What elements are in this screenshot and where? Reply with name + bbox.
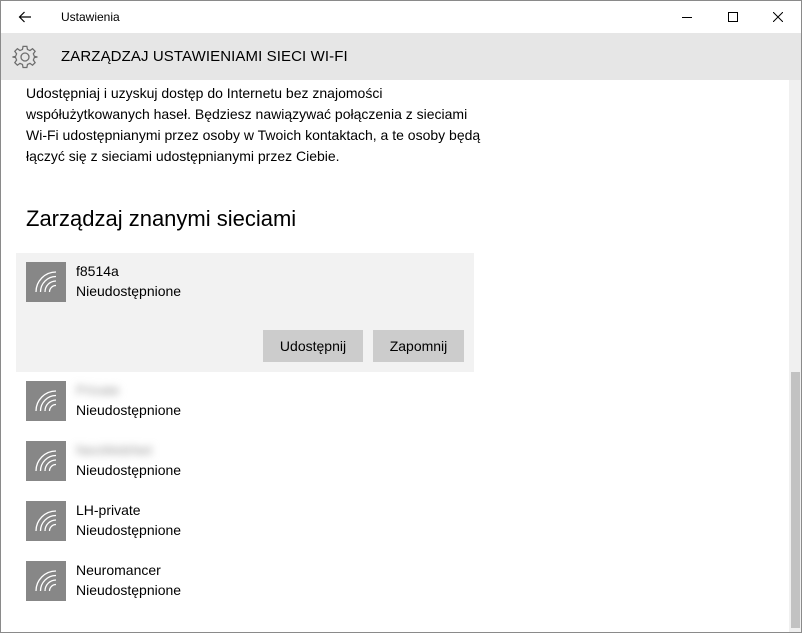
wifi-icon [35,390,57,412]
network-tile [26,262,66,302]
network-name: Neuromancer [76,562,161,578]
network-status: Nieudostępnione [76,283,182,299]
wifi-icon [35,510,57,532]
wifi-icon [35,450,57,472]
forget-button[interactable]: Zapomnij [373,330,464,362]
settings-window: Ustawienia ZARZĄDZAJ USTAWIENIAMI SIECI … [0,0,802,633]
close-button[interactable] [755,1,801,33]
scrollbar-thumb[interactable] [791,372,800,628]
page-title: ZARZĄDZAJ USTAWIENIAMI SIECI WI-FI [61,48,348,65]
title-bar: Ustawienia [1,1,801,33]
content-pane: Udostępniaj i uzyskuj dostęp do Internet… [1,80,789,632]
network-tile [26,501,66,541]
network-name: Private [76,382,120,398]
network-item[interactable]: Private Nieudostępnione [16,372,474,432]
network-name: NeoWebNet [76,442,153,458]
network-name: LH-private [76,502,141,518]
page-header: ZARZĄDZAJ USTAWIENIAMI SIECI WI-FI [1,33,801,80]
wifi-icon [35,570,57,592]
network-item-selected[interactable]: f8514a Nieudostępnione Udostępnij Zapomn… [16,253,474,372]
section-title: Zarządzaj znanymi sieciami [26,206,297,231]
network-status: Nieudostępnione [76,402,182,418]
network-item[interactable]: Neuromancer Nieudostępnione [16,552,474,612]
close-icon [773,12,783,22]
network-status: Nieudostępnione [76,462,182,478]
back-button[interactable] [7,2,43,32]
network-name: f8514a [76,263,119,279]
vertical-scrollbar[interactable] [789,80,801,632]
maximize-button[interactable] [710,1,756,33]
window-title: Ustawienia [61,10,120,24]
maximize-icon [728,12,738,22]
network-tile [26,381,66,421]
minimize-button[interactable] [664,1,710,33]
network-tile [26,441,66,481]
network-item[interactable]: NeoWebNet Nieudostępnione [16,432,474,492]
minimize-icon [682,17,692,18]
wifi-icon [35,271,57,293]
gear-icon [12,45,38,69]
back-arrow-icon [18,11,31,23]
network-status: Nieudostępnione [76,582,182,598]
network-status: Nieudostępnione [76,522,182,538]
share-button[interactable]: Udostępnij [263,330,363,362]
network-tile [26,561,66,601]
sense-description: Udostępniaj i uzyskuj dostęp do Internet… [26,85,481,164]
network-item[interactable]: LH-private Nieudostępnione [16,492,474,552]
